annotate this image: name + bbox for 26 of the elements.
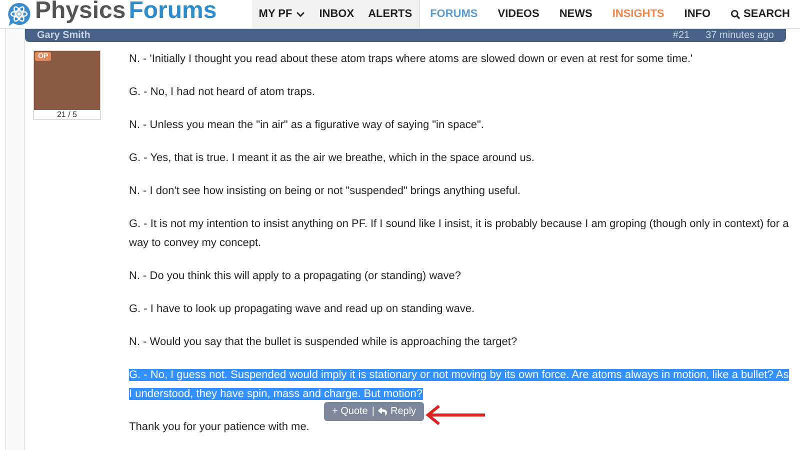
post-paragraph: G. - Yes, that is true. I meant it as the air we breathe, which in the space around us. xyxy=(129,151,536,166)
post-time: 37 minutes ago xyxy=(706,30,774,41)
post-paragraph: N. - Do you think this will apply to a propagating (or standing) wave? xyxy=(129,269,462,284)
post-paragraph: N. - Would you say that the bullet is suspended while is approaching the target? xyxy=(129,335,518,350)
post-paragraph: N. - 'Initially I thought you read about these atom traps where atoms are slowed down or even at rest for some time.' xyxy=(129,52,694,67)
post-paragraph: N. - Unless you mean the "in air" as a figurative way of saying "in space". xyxy=(129,118,485,133)
post-paragraph: G. - No, I had not heard of atom traps. xyxy=(129,85,316,100)
nav-link[interactable]: ALERTS xyxy=(361,0,420,28)
logo-text: Forums xyxy=(128,0,217,23)
quote-button[interactable]: + Quote xyxy=(332,406,368,417)
nav-link[interactable]: INBOX xyxy=(312,0,362,28)
separator: | xyxy=(372,406,374,417)
post-paragraph: Thank you for your patience with me. xyxy=(129,420,310,435)
search-icon xyxy=(730,10,740,18)
reply-icon xyxy=(378,407,388,416)
author-name: Gary Smith xyxy=(37,30,92,41)
post-paragraph: N. - I don't see how insisting on being or not "suspended" brings anything useful. xyxy=(129,184,522,199)
post-number: #21 xyxy=(672,30,690,41)
arrow-icon xyxy=(425,404,487,426)
post-paragraph: G. - No, I guess not. Suspended would imply it is stationary or not moving by its own force. Are atoms always in motion, like a bullet? As I understood, they have spin, mass and charge. But motion? xyxy=(129,368,790,402)
post-paragraph: G. - It is not my intention to insist anything on PF. If I sound like I insist, it is probably because I am groping (though only in context) for a way to convey my concept. xyxy=(129,217,790,251)
user-stats: 21 / 5 xyxy=(34,110,100,119)
nav-link[interactable]: MY PF xyxy=(252,0,312,28)
post-paragraph: G. - I have to look up propagating wave and read up on standing wave. xyxy=(129,302,476,317)
reply-button[interactable]: Reply xyxy=(378,406,416,417)
logo-text: Physics xyxy=(35,0,126,23)
